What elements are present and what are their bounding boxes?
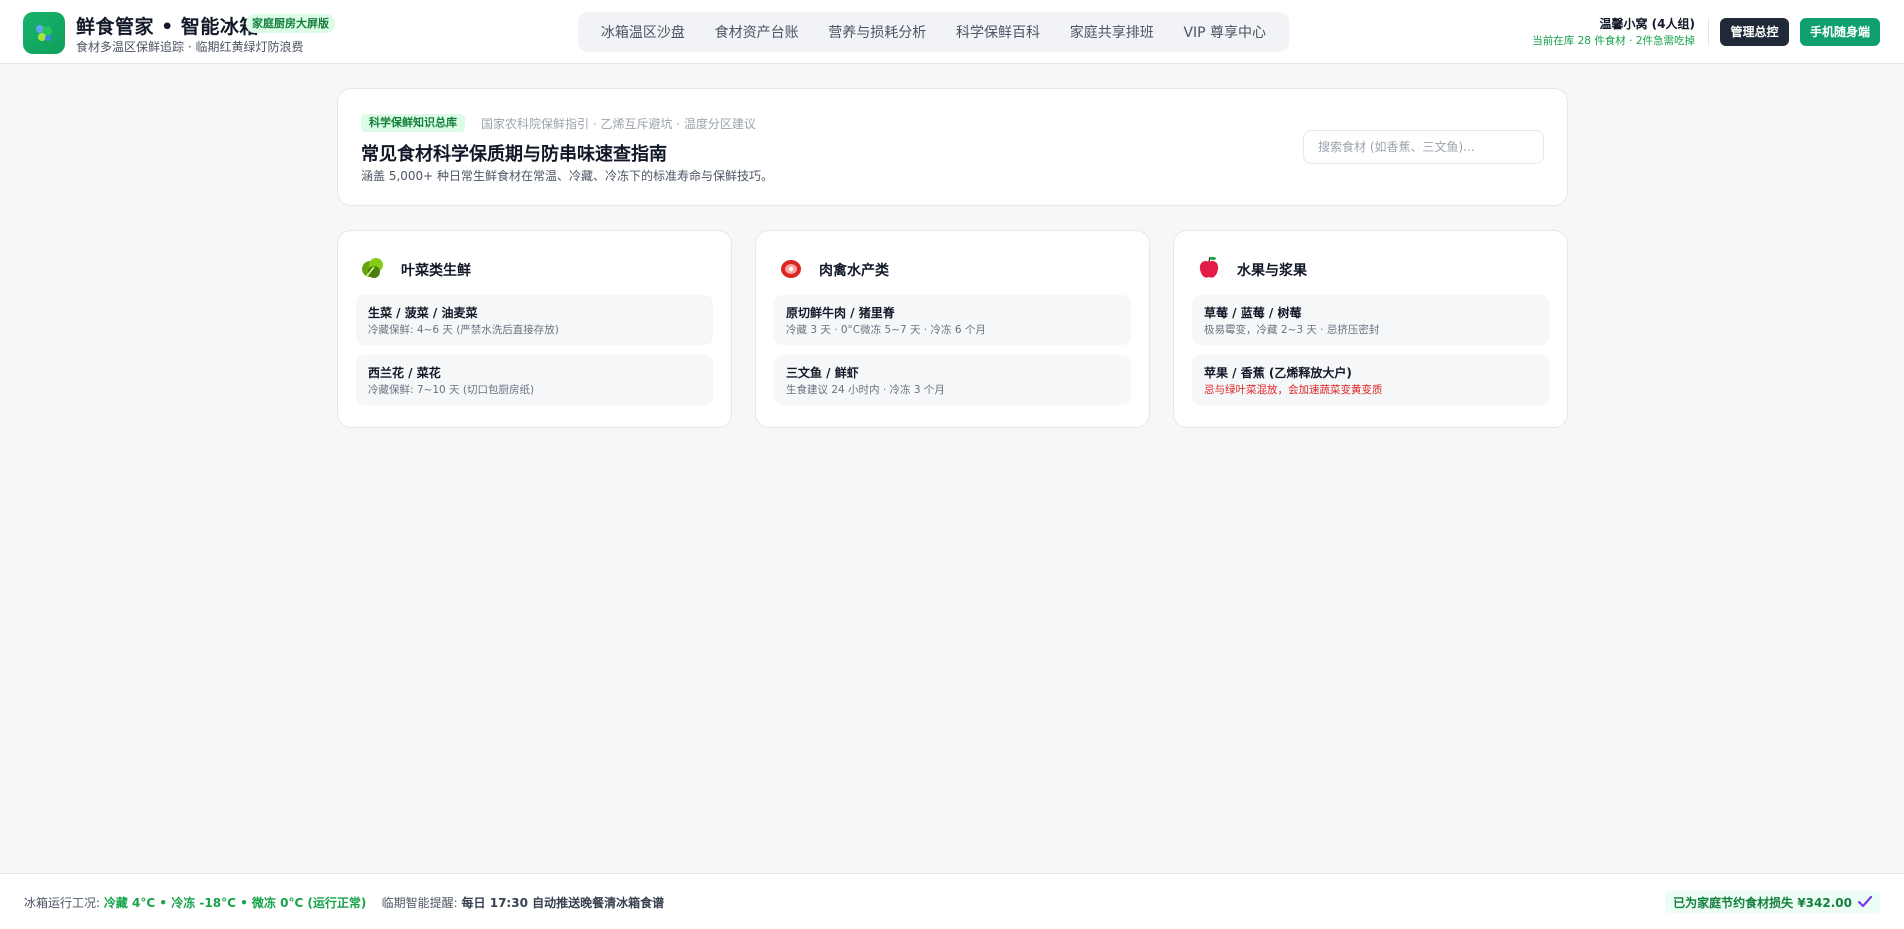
savings-text: 已为家庭节约食材损失 ¥342.00 — [1673, 895, 1852, 910]
app-title: 鲜食管家 • 智能冰箱 — [76, 16, 259, 38]
food-item-note: 极易霉变，冷藏 2~3 天 · 忌挤压密封 — [1204, 324, 1380, 336]
top-header: 鲜食管家 • 智能冰箱 家庭厨房大屏版 食材多温区保鲜追踪 · 临期红黄绿灯防浪… — [0, 0, 1904, 64]
reminder-label: 临期智能提醒: — [381, 896, 458, 910]
food-item-name: 生菜 / 菠菜 / 油麦菜 — [368, 306, 478, 320]
food-item[interactable]: 三文鱼 / 鲜虾 生食建议 24 小时内 · 冷冻 3 个月 — [774, 355, 1131, 405]
nav-nutrition-analysis[interactable]: 营养与损耗分析 — [820, 18, 934, 46]
category-title: 水果与浆果 — [1237, 263, 1307, 279]
category-card-leafy: 叶菜类生鲜 生菜 / 菠菜 / 油麦菜 冷藏保鲜: 4~6 天 (严禁水洗后直接… — [337, 230, 732, 428]
checkmark-icon — [1858, 896, 1872, 908]
nav-food-ledger[interactable]: 食材资产台账 — [707, 18, 807, 46]
food-item-warning: 忌与绿叶菜混放，会加速蔬菜变黄变质 — [1204, 384, 1383, 396]
food-item[interactable]: 原切鲜牛肉 / 猪里脊 冷藏 3 天 · 0°C微冻 5~7 天 · 冷冻 6 … — [774, 295, 1131, 345]
category-card-fruit: 水果与浆果 草莓 / 蓝莓 / 树莓 极易霉变，冷藏 2~3 天 · 忌挤压密封… — [1173, 230, 1568, 428]
nav-vip-center[interactable]: VIP 尊享中心 — [1175, 18, 1274, 46]
inventory-stat: 当前在库 28 件食材 · 2件急需吃掉 — [1532, 35, 1695, 47]
category-title: 叶菜类生鲜 — [401, 263, 471, 279]
category-title: 肉禽水产类 — [819, 263, 889, 279]
admin-console-button[interactable]: 管理总控 — [1720, 18, 1789, 46]
food-item-name: 三文鱼 / 鲜虾 — [786, 366, 859, 380]
food-item[interactable]: 西兰花 / 菜花 冷藏保鲜: 7~10 天 (切口包厨房纸) — [356, 355, 713, 405]
reminder-value: 每日 17:30 自动推送晚餐清冰箱食谱 — [461, 896, 665, 910]
apple-icon — [1199, 256, 1219, 278]
main-nav: 冰箱温区沙盘 食材资产台账 营养与损耗分析 科学保鲜百科 家庭共享排班 VIP … — [578, 12, 1289, 52]
food-item-note: 冷藏保鲜: 7~10 天 (切口包厨房纸) — [368, 384, 535, 396]
fridge-logo-icon — [36, 25, 52, 41]
category-card-meat: 肉禽水产类 原切鲜牛肉 / 猪里脊 冷藏 3 天 · 0°C微冻 5~7 天 ·… — [755, 230, 1150, 428]
status-footer: 冰箱运行工况: 冷藏 4°C • 冷冻 -18°C • 微冻 0°C (运行正常… — [0, 873, 1904, 929]
food-item[interactable]: 草莓 / 蓝莓 / 树莓 极易霉变，冷藏 2~3 天 · 忌挤压密封 — [1192, 295, 1549, 345]
food-search-input[interactable] — [1303, 130, 1544, 164]
status-value: 冷藏 4°C • 冷冻 -18°C • 微冻 0°C (运行正常) — [103, 896, 367, 910]
mobile-app-button[interactable]: 手机随身端 — [1800, 18, 1880, 46]
page-description: 涵盖 5,000+ 种日常生鲜食材在常温、冷藏、冷冻下的标准寿命与保鲜技巧。 — [361, 169, 774, 183]
edition-badge: 家庭厨房大屏版 — [246, 14, 335, 33]
app-subtitle: 食材多温区保鲜追踪 · 临期红黄绿灯防浪费 — [76, 40, 304, 54]
food-item[interactable]: 生菜 / 菠菜 / 油麦菜 冷藏保鲜: 4~6 天 (严禁水洗后直接存放) — [356, 295, 713, 345]
knowledge-tag: 科学保鲜知识总库 — [361, 114, 465, 132]
knowledge-hero-panel: 科学保鲜知识总库 国家农科院保鲜指引 · 乙烯互斥避坑 · 温度分区建议 常见食… — [337, 88, 1568, 206]
page-title: 常见食材科学保质期与防串味速查指南 — [361, 144, 667, 165]
household-name[interactable]: 温馨小窝 (4人组) — [1600, 15, 1696, 32]
nav-fridge-zones[interactable]: 冰箱温区沙盘 — [593, 18, 693, 46]
fridge-status: 冰箱运行工况: 冷藏 4°C • 冷冻 -18°C • 微冻 0°C (运行正常… — [24, 894, 664, 911]
food-item-note: 冷藏保鲜: 4~6 天 (严禁水洗后直接存放) — [368, 324, 559, 336]
food-item-name: 原切鲜牛肉 / 猪里脊 — [786, 306, 895, 320]
food-item[interactable]: 苹果 / 香蕉 (乙烯释放大户) 忌与绿叶菜混放，会加速蔬菜变黄变质 — [1192, 355, 1549, 405]
food-item-note: 生食建议 24 小时内 · 冷冻 3 个月 — [786, 384, 945, 396]
food-item-name: 苹果 / 香蕉 (乙烯释放大户) — [1204, 366, 1352, 380]
meat-icon — [781, 260, 801, 278]
status-label: 冰箱运行工况: — [24, 896, 101, 910]
header-divider — [1708, 18, 1709, 46]
nav-preservation-wiki[interactable]: 科学保鲜百科 — [948, 18, 1048, 46]
nav-family-schedule[interactable]: 家庭共享排班 — [1062, 18, 1162, 46]
food-item-name: 草莓 / 蓝莓 / 树莓 — [1204, 306, 1302, 320]
food-item-note: 冷藏 3 天 · 0°C微冻 5~7 天 · 冷冻 6 个月 — [786, 324, 986, 336]
food-item-name: 西兰花 / 菜花 — [368, 366, 441, 380]
knowledge-source: 国家农科院保鲜指引 · 乙烯互斥避坑 · 温度分区建议 — [481, 117, 756, 131]
app-logo[interactable] — [23, 12, 65, 54]
leafy-greens-icon — [362, 258, 383, 278]
savings-badge: 已为家庭节约食材损失 ¥342.00 — [1665, 891, 1880, 913]
